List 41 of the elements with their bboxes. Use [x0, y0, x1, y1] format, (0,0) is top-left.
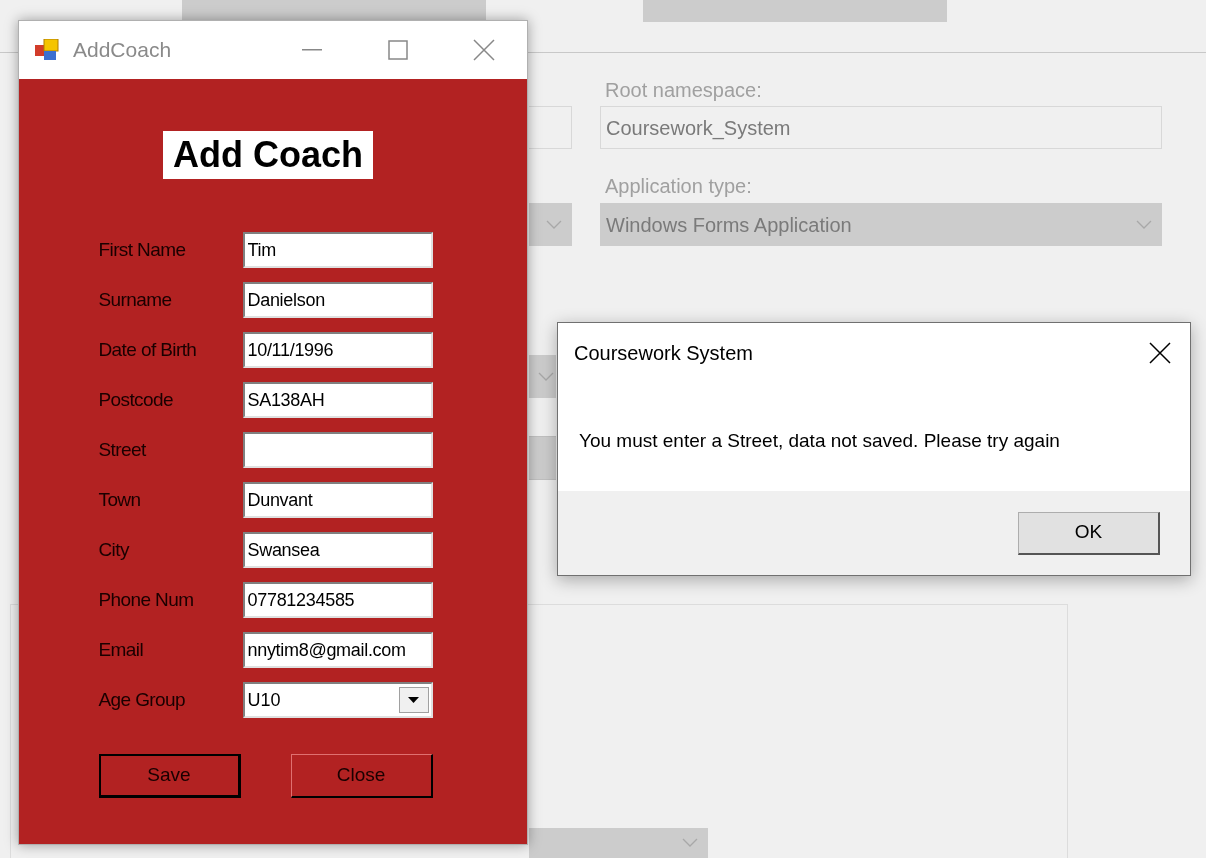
close-button[interactable] — [1148, 341, 1172, 365]
app-icon — [35, 39, 59, 61]
dropdown-arrow-button[interactable] — [398, 687, 429, 713]
field-label: Postcode — [98, 387, 174, 412]
form-heading: Add Coach — [163, 131, 373, 179]
text-field[interactable] — [242, 432, 433, 468]
text-field[interactable]: Swansea — [242, 532, 433, 568]
chevron-icon — [682, 838, 698, 848]
field-label: Phone Num — [98, 587, 195, 612]
ok-button[interactable]: OK — [1018, 511, 1160, 555]
field-label: Root namespace: — [605, 78, 762, 103]
dialog-title: Coursework System — [574, 341, 753, 366]
chevron-icon — [546, 219, 562, 230]
dialog-message: You must enter a Street, data not saved. Please try again — [579, 429, 1061, 453]
field-label: City — [98, 537, 131, 562]
text-field[interactable]: Tim — [242, 232, 433, 268]
maximize-icon — [388, 40, 408, 60]
text-field[interactable]: Danielson — [242, 282, 433, 318]
field-label: Street — [98, 437, 147, 462]
window-title: AddCoach — [73, 37, 172, 64]
age-group-dropdown[interactable]: U10 — [242, 682, 433, 718]
close-icon — [1149, 342, 1171, 364]
field-label: Date of Birth — [98, 337, 198, 362]
field-label: Email — [98, 637, 144, 662]
field-label: Age Group — [98, 687, 186, 712]
text-field[interactable]: nnytim8@gmail.com — [242, 632, 433, 668]
field-label: First Name — [98, 237, 187, 262]
root-namespace-field: Coursework_System — [600, 106, 1162, 149]
text-field[interactable]: SA138AH — [242, 382, 433, 418]
chevron-icon — [1136, 219, 1152, 230]
field-label: Surname — [98, 287, 173, 312]
disabled-field — [529, 106, 572, 149]
text-field[interactable]: 07781234585 — [242, 582, 433, 618]
close-icon — [473, 39, 495, 61]
field-label: Application type: — [605, 174, 752, 199]
chevron-icon — [538, 371, 554, 382]
text-field[interactable]: Dunvant — [242, 482, 433, 518]
caret-icon — [408, 697, 419, 703]
minimize-icon — [302, 49, 322, 51]
field-label: Town — [98, 487, 142, 512]
text-field[interactable]: 10/11/1996 — [242, 332, 433, 368]
